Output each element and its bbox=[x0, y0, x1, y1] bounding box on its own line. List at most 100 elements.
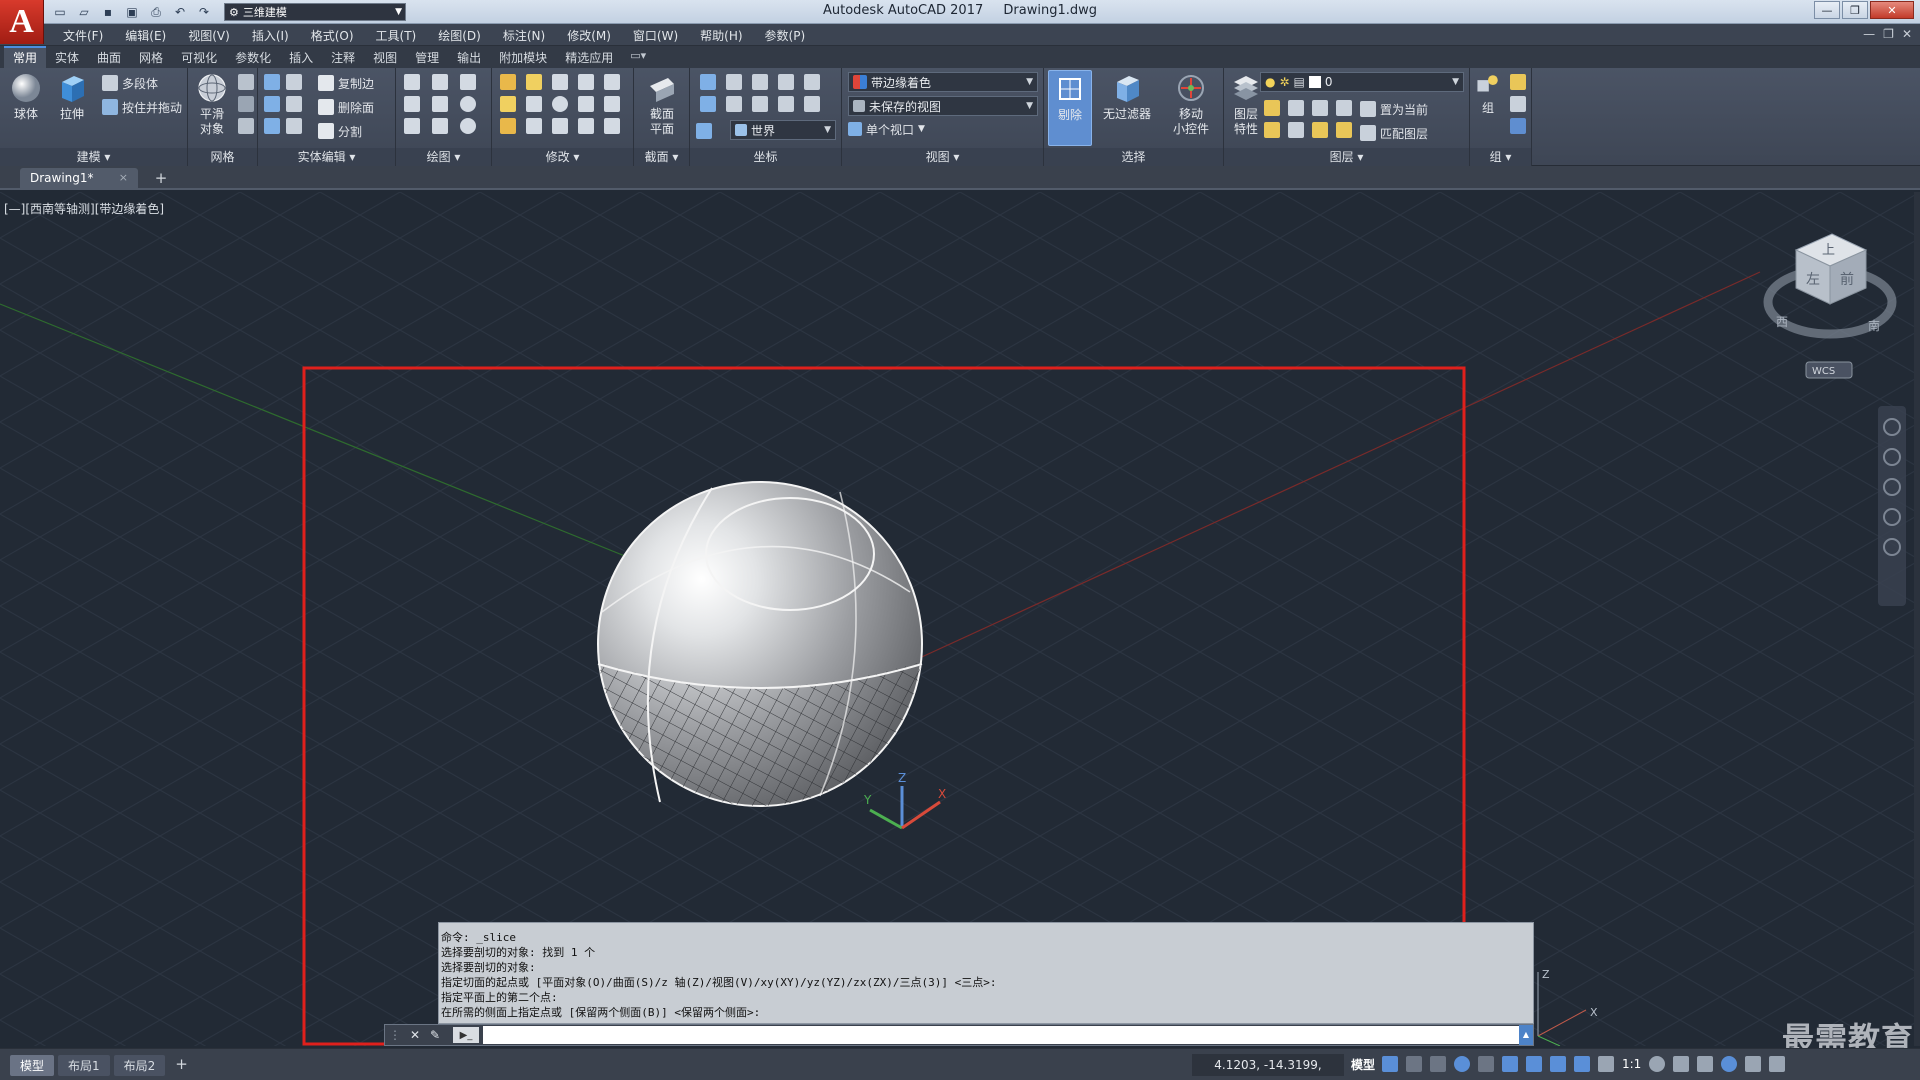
isodraft-icon[interactable] bbox=[1478, 1056, 1494, 1072]
delete-face-button[interactable]: 删除面 bbox=[318, 96, 374, 118]
command-history-toggle[interactable]: ▲ bbox=[1519, 1025, 1533, 1045]
smooth-object-button[interactable]: 平滑 对象 bbox=[190, 72, 234, 137]
viewcube-top-label[interactable]: 上 bbox=[1822, 243, 1835, 258]
rect-array-icon[interactable] bbox=[604, 118, 620, 134]
model-space-button[interactable]: 模型 bbox=[1346, 1054, 1380, 1076]
extrude-button[interactable]: 拉伸 bbox=[50, 72, 94, 122]
minimize-button[interactable]: — bbox=[1814, 1, 1840, 19]
ucs-icon[interactable] bbox=[700, 74, 716, 90]
section-plane-button[interactable]: 截面 平面 bbox=[640, 72, 684, 137]
separate-button[interactable]: 分割 bbox=[318, 120, 362, 142]
viewcube-south-label[interactable]: 南 bbox=[1868, 318, 1880, 333]
command-prompt-icon[interactable]: ▶_ bbox=[453, 1027, 479, 1043]
mirror3d-icon[interactable] bbox=[526, 96, 542, 112]
panel-title-solid-edit[interactable]: 实体编辑 ▾ bbox=[258, 148, 395, 166]
visual-style-dropdown[interactable]: 带边缘着色 ▼ bbox=[848, 72, 1038, 92]
doc-restore-button[interactable]: ❐ bbox=[1883, 27, 1894, 41]
ribbon-tab-7[interactable]: 注释 bbox=[322, 46, 364, 68]
menu-item-7[interactable]: 标注(N) bbox=[492, 27, 556, 44]
circle-icon[interactable] bbox=[460, 96, 476, 112]
ribbon-tab-6[interactable]: 插入 bbox=[280, 46, 322, 68]
panel-title-groups[interactable]: 组 ▾ bbox=[1470, 148, 1531, 166]
add-layout-button[interactable]: + bbox=[169, 1055, 194, 1076]
ucs-z-icon[interactable] bbox=[804, 74, 820, 90]
layer-on-icon[interactable] bbox=[1264, 122, 1280, 138]
close-icon[interactable]: × bbox=[119, 171, 128, 184]
presspull-button[interactable]: 按住并拖动 bbox=[102, 96, 182, 118]
panel-title-modeling[interactable]: 建模 ▾ bbox=[0, 148, 187, 166]
ellipse-icon[interactable] bbox=[460, 118, 476, 134]
polar-icon[interactable] bbox=[1454, 1056, 1470, 1072]
restore-button[interactable]: ❐ bbox=[1842, 1, 1868, 19]
new-tab-button[interactable]: + bbox=[150, 169, 172, 187]
polyline-icon[interactable] bbox=[404, 74, 420, 90]
viewcube-left-label[interactable]: 左 bbox=[1806, 272, 1820, 288]
scale-icon[interactable] bbox=[578, 96, 594, 112]
join-icon[interactable] bbox=[578, 118, 594, 134]
group-edit-icon[interactable] bbox=[1510, 96, 1526, 112]
clean-screen-icon[interactable] bbox=[1745, 1056, 1762, 1072]
culling-button[interactable]: 剔除 bbox=[1048, 70, 1092, 146]
drawing-viewport[interactable]: Z Y X Z X 上 左 前 西 南 WCS [—][西南等轴测][带边缘着色… bbox=[0, 192, 1920, 1046]
doc-minimize-button[interactable]: — bbox=[1863, 27, 1875, 41]
move-gizmo-button[interactable]: 移动 小控件 bbox=[1162, 72, 1220, 137]
hamburger-menu-icon[interactable] bbox=[1769, 1056, 1786, 1072]
no-filter-button[interactable]: 无过滤器 bbox=[1094, 72, 1160, 122]
ucs-icon-toggle[interactable] bbox=[696, 120, 712, 142]
coordinate-readout[interactable]: 4.1203, -14.3199, 0.0000 bbox=[1192, 1054, 1344, 1076]
offset-icon[interactable] bbox=[500, 96, 516, 112]
mesh-smooth-more-icon[interactable] bbox=[238, 118, 254, 134]
panel-title-coordinates[interactable]: 坐标 bbox=[690, 148, 841, 166]
dynamic-ucs-icon[interactable] bbox=[1550, 1056, 1566, 1072]
fillet-icon[interactable] bbox=[500, 74, 516, 90]
sliced-sphere[interactable] bbox=[597, 481, 923, 807]
spline-icon[interactable] bbox=[404, 96, 420, 112]
array-icon[interactable] bbox=[552, 96, 568, 112]
ucs-dropdown[interactable]: 世界 ▼ bbox=[730, 120, 836, 140]
intersect-icon[interactable] bbox=[264, 118, 280, 134]
erase-icon[interactable] bbox=[526, 118, 542, 134]
ribbon-tab-3[interactable]: 网格 bbox=[130, 46, 172, 68]
mesh-refine-icon[interactable] bbox=[238, 74, 254, 90]
explode-icon[interactable] bbox=[552, 118, 568, 134]
menu-item-1[interactable]: 编辑(E) bbox=[114, 27, 177, 44]
menu-item-6[interactable]: 绘图(D) bbox=[427, 27, 492, 44]
osnap-icon[interactable] bbox=[1526, 1056, 1542, 1072]
ribbon-tab-5[interactable]: 参数化 bbox=[226, 46, 280, 68]
ribbon-tab-1[interactable]: 实体 bbox=[46, 46, 88, 68]
viewport-controls-label[interactable]: [—][西南等轴测][带边缘着色] bbox=[4, 200, 164, 217]
menu-item-8[interactable]: 修改(M) bbox=[556, 27, 622, 44]
ungroup-icon[interactable] bbox=[1510, 74, 1526, 90]
isolate-icon[interactable] bbox=[1697, 1056, 1714, 1072]
layer-thaw-icon[interactable] bbox=[1312, 122, 1328, 138]
snap-icon[interactable] bbox=[1406, 1056, 1422, 1072]
orbit-icon[interactable] bbox=[1883, 508, 1901, 526]
named-view-dropdown[interactable]: 未保存的视图 ▼ bbox=[848, 96, 1038, 116]
ucs-view-icon[interactable] bbox=[700, 96, 716, 112]
zoom-icon[interactable] bbox=[1883, 478, 1901, 496]
annotation-scale-value[interactable]: 1:1 bbox=[1622, 1057, 1641, 1071]
ribbon-tab-2[interactable]: 曲面 bbox=[88, 46, 130, 68]
layer-unisolate-icon[interactable] bbox=[1288, 122, 1304, 138]
menu-item-4[interactable]: 格式(O) bbox=[300, 27, 365, 44]
sphere-button[interactable]: 球体 bbox=[4, 72, 48, 122]
ribbon-tab-9[interactable]: 管理 bbox=[406, 46, 448, 68]
ribbon-tab-10[interactable]: 输出 bbox=[448, 46, 490, 68]
group-select-icon[interactable] bbox=[1510, 118, 1526, 134]
ucs-zaxis-icon[interactable] bbox=[804, 96, 820, 112]
file-tab-drawing1[interactable]: Drawing1* × bbox=[20, 168, 138, 190]
annotation-scale-icon[interactable] bbox=[1598, 1056, 1614, 1072]
shell-icon[interactable] bbox=[286, 118, 302, 134]
menu-item-11[interactable]: 参数(P) bbox=[754, 27, 817, 44]
grid-icon[interactable] bbox=[1382, 1056, 1398, 1072]
menu-item-0[interactable]: 文件(F) bbox=[52, 27, 114, 44]
ucs-face-icon[interactable] bbox=[752, 96, 768, 112]
polygon-icon[interactable] bbox=[404, 118, 420, 134]
ucs-3point-icon[interactable] bbox=[778, 96, 794, 112]
ucs-y-icon[interactable] bbox=[778, 74, 794, 90]
menu-item-2[interactable]: 视图(V) bbox=[177, 27, 241, 44]
ucs-x-icon[interactable] bbox=[752, 74, 768, 90]
doc-close-button[interactable]: ✕ bbox=[1902, 27, 1912, 41]
close-icon[interactable]: ✕ bbox=[405, 1025, 425, 1045]
union-icon[interactable] bbox=[264, 74, 280, 90]
